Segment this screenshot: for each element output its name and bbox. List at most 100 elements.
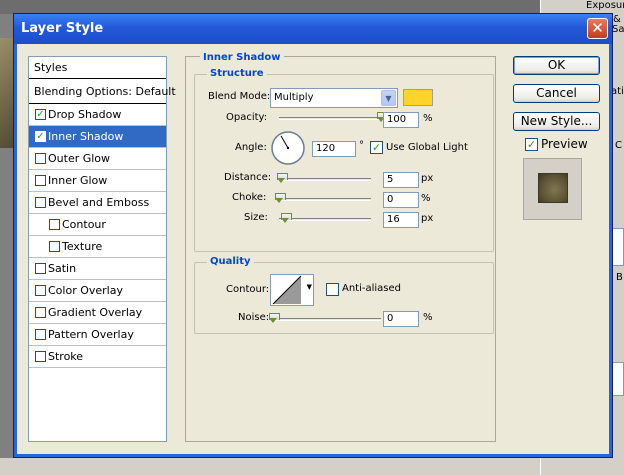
- background-side-label: B: [616, 272, 623, 283]
- distance-slider-thumb[interactable]: [276, 173, 288, 183]
- chevron-down-icon: ▼: [306, 283, 312, 291]
- style-item-label: Inner Shadow: [48, 130, 124, 143]
- style-item-label: Bevel and Emboss: [48, 196, 150, 209]
- ok-button[interactable]: OK: [513, 56, 600, 75]
- choke-input[interactable]: 0: [383, 192, 419, 208]
- choke-label: Choke:: [232, 192, 267, 203]
- style-item-checkbox[interactable]: [35, 307, 46, 318]
- style-item-gradient-overlay[interactable]: Gradient Overlay: [29, 302, 166, 324]
- style-item-label: Gradient Overlay: [48, 306, 143, 319]
- style-item-inner-glow[interactable]: Inner Glow: [29, 170, 166, 192]
- style-item-label: Stroke: [48, 350, 84, 363]
- choke-slider-thumb[interactable]: [275, 193, 286, 203]
- distance-input[interactable]: 5: [383, 172, 419, 188]
- contour-picker[interactable]: ▼: [270, 274, 314, 306]
- quality-title: Quality: [207, 256, 254, 267]
- inner-shadow-title: Inner Shadow: [200, 52, 284, 63]
- opacity-unit: %: [423, 113, 433, 124]
- style-item-checkbox[interactable]: [35, 153, 46, 164]
- blend-mode-label: Blend Mode:: [208, 91, 271, 102]
- noise-label: Noise:: [238, 312, 270, 323]
- size-label: Size:: [244, 212, 268, 223]
- background-statusbar: [0, 458, 540, 475]
- style-item-bevel-and-emboss[interactable]: Bevel and Emboss: [29, 192, 166, 214]
- angle-label: Angle:: [235, 142, 267, 153]
- style-item-checkbox[interactable]: [35, 351, 46, 362]
- new-style-button[interactable]: New Style...: [513, 112, 600, 131]
- anti-aliased-checkbox[interactable]: [326, 283, 339, 296]
- size-input[interactable]: 16: [383, 212, 419, 228]
- distance-unit: px: [421, 173, 434, 184]
- style-item-checkbox[interactable]: [35, 197, 46, 208]
- dialog-titlebar[interactable]: Layer Style ✕: [14, 14, 612, 44]
- angle-input[interactable]: 120: [312, 141, 356, 157]
- angle-unit: °: [359, 140, 364, 151]
- style-item-checkbox[interactable]: [35, 175, 46, 186]
- checkmark-icon: ✓: [371, 141, 382, 154]
- style-item-label: Pattern Overlay: [48, 328, 134, 341]
- size-slider-thumb[interactable]: [281, 213, 293, 223]
- style-item-checkbox[interactable]: [35, 329, 46, 340]
- style-item-checkbox[interactable]: ✓: [35, 109, 46, 120]
- style-item-label: Drop Shadow: [48, 108, 122, 121]
- anti-aliased-label: Anti-aliased: [342, 283, 402, 294]
- opacity-slider-track[interactable]: [279, 117, 381, 120]
- styles-list: Styles Blending Options: Default ✓ Drop S…: [28, 56, 176, 442]
- quality-group: [194, 262, 494, 334]
- angle-dial[interactable]: [270, 130, 306, 166]
- shadow-color-swatch[interactable]: [403, 89, 433, 106]
- background-side-label: Sal: [612, 24, 624, 35]
- size-unit: px: [421, 213, 434, 224]
- close-button[interactable]: ✕: [587, 18, 608, 39]
- style-item-label: Outer Glow: [48, 152, 111, 165]
- style-item-texture[interactable]: Texture: [29, 236, 166, 258]
- layer-style-dialog: Layer Style ✕ Styles Blending Options: D…: [13, 13, 613, 458]
- cancel-button[interactable]: Cancel: [513, 84, 600, 103]
- style-item-inner-shadow[interactable]: ✓ Inner Shadow: [29, 126, 166, 148]
- style-item-checkbox[interactable]: [35, 285, 46, 296]
- style-item-checkbox[interactable]: [49, 219, 60, 230]
- style-item-label: Inner Glow: [48, 174, 108, 187]
- noise-input[interactable]: 0: [383, 311, 419, 327]
- blending-options-item[interactable]: Blending Options: Default: [29, 79, 176, 104]
- styles-list-header[interactable]: Styles: [29, 57, 166, 79]
- distance-label: Distance:: [224, 172, 272, 183]
- background-strip: [0, 0, 624, 14]
- opacity-label: Opacity:: [226, 112, 268, 123]
- style-item-color-overlay[interactable]: Color Overlay: [29, 280, 166, 302]
- blending-options-label: Blending Options: Default: [34, 85, 176, 98]
- use-global-light-label: Use Global Light: [386, 142, 468, 153]
- distance-slider-track[interactable]: [279, 178, 371, 181]
- checkmark-icon: ✓: [526, 138, 537, 151]
- noise-slider-thumb[interactable]: [269, 313, 280, 323]
- style-item-stroke[interactable]: Stroke: [29, 346, 166, 368]
- use-global-light-checkbox[interactable]: ✓: [370, 141, 383, 154]
- choke-slider-track[interactable]: [279, 198, 371, 201]
- style-item-satin[interactable]: Satin: [29, 258, 166, 280]
- style-item-checkbox[interactable]: [35, 263, 46, 274]
- preview-checkbox[interactable]: ✓: [525, 138, 538, 151]
- style-item-outer-glow[interactable]: Outer Glow: [29, 148, 166, 170]
- style-item-label: Color Overlay: [48, 284, 123, 297]
- blend-mode-select[interactable]: Multiply ▼: [270, 88, 398, 108]
- style-item-pattern-overlay[interactable]: Pattern Overlay: [29, 324, 166, 346]
- contour-curve-icon: [272, 275, 302, 305]
- style-item-label: Texture: [62, 240, 103, 253]
- dialog-body: Styles Blending Options: Default ✓ Drop S…: [17, 44, 609, 454]
- noise-slider-track[interactable]: [273, 318, 381, 321]
- style-item-checkbox[interactable]: [49, 241, 60, 252]
- close-icon: ✕: [591, 19, 604, 37]
- style-item-drop-shadow[interactable]: ✓ Drop Shadow: [29, 104, 166, 126]
- style-item-checkbox[interactable]: ✓: [35, 131, 46, 142]
- size-slider-track[interactable]: [279, 218, 371, 221]
- opacity-input[interactable]: 100: [383, 112, 419, 128]
- style-item-contour[interactable]: Contour: [29, 214, 166, 236]
- chevron-down-icon: ▼: [381, 90, 396, 106]
- background-side-label: C: [615, 140, 622, 151]
- noise-unit: %: [423, 312, 433, 323]
- blend-mode-value: Multiply: [274, 92, 314, 103]
- preview-swatch: [538, 173, 568, 203]
- style-item-label: Satin: [48, 262, 77, 275]
- style-item-label: Contour: [62, 218, 106, 231]
- choke-unit: %: [421, 193, 431, 204]
